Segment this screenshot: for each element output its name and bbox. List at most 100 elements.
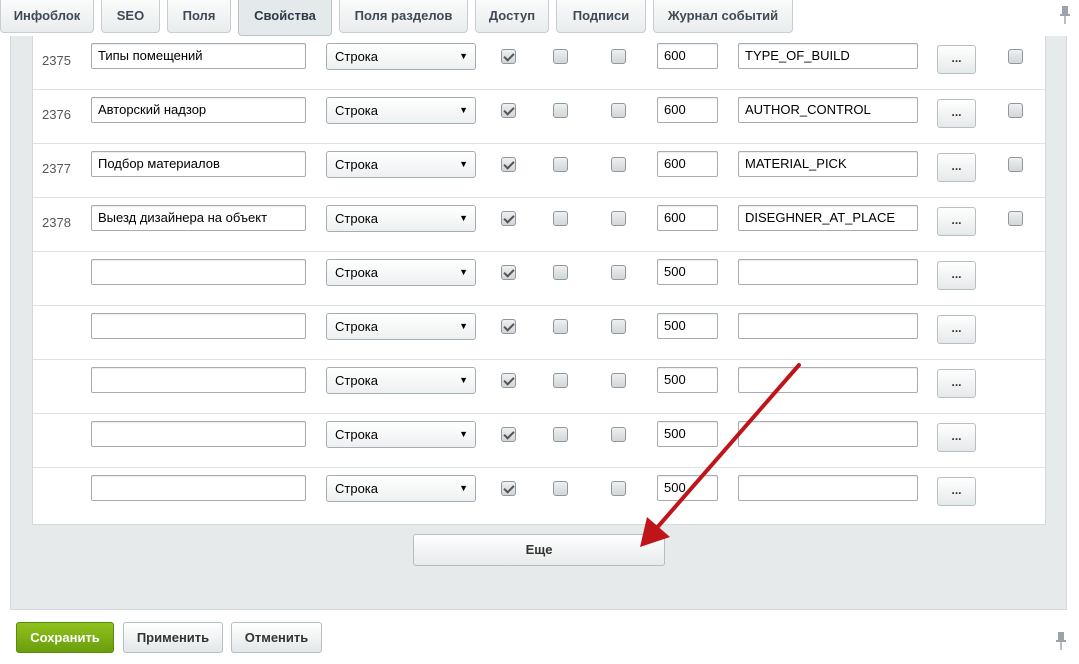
chevron-down-icon: ▼ <box>459 105 468 115</box>
property-flag-checkbox[interactable] <box>553 211 568 226</box>
property-delete-checkbox[interactable] <box>1008 157 1023 172</box>
property-flag-checkbox[interactable] <box>611 481 626 496</box>
property-edit-button[interactable]: ... <box>937 261 976 290</box>
property-code-input[interactable] <box>738 259 918 285</box>
pin-icon[interactable] <box>1059 6 1071 24</box>
table-row: 2376 Авторский надзор Строка ▼ 600 AUTHOR_CON… <box>33 90 1045 144</box>
property-type-value: Строка <box>335 319 379 334</box>
property-type-select[interactable]: Строка ▼ <box>326 313 476 340</box>
tab-event-log[interactable]: Журнал событий <box>653 0 793 33</box>
property-delete-checkbox[interactable] <box>1008 49 1023 64</box>
property-name-input[interactable] <box>91 421 306 447</box>
property-flag-checkbox[interactable] <box>611 373 626 388</box>
property-flag-checkbox[interactable] <box>501 373 516 388</box>
tab-access[interactable]: Доступ <box>475 0 549 33</box>
property-name-input[interactable]: Типы помещений <box>91 43 306 69</box>
property-flag-checkbox[interactable] <box>553 319 568 334</box>
property-name-input[interactable] <box>91 367 306 393</box>
property-sort-input[interactable]: 500 <box>657 313 718 339</box>
property-sort-input[interactable]: 500 <box>657 367 718 393</box>
property-edit-button[interactable]: ... <box>937 315 976 344</box>
property-flag-checkbox[interactable] <box>611 157 626 172</box>
property-id: 2376 <box>42 107 71 122</box>
property-edit-button[interactable]: ... <box>937 207 976 236</box>
more-button[interactable]: Еще <box>413 534 665 566</box>
property-type-select[interactable]: Строка ▼ <box>326 97 476 124</box>
property-edit-button[interactable]: ... <box>937 99 976 128</box>
chevron-down-icon: ▼ <box>459 51 468 61</box>
property-flag-checkbox[interactable] <box>553 157 568 172</box>
property-flag-checkbox[interactable] <box>611 49 626 64</box>
property-flag-checkbox[interactable] <box>611 319 626 334</box>
table-row: 2375 Типы помещений Строка ▼ 600 TYPE_OF_BUIL… <box>33 36 1045 90</box>
property-code-input[interactable]: DISEGHNER_AT_PLACE <box>738 205 918 231</box>
property-type-select[interactable]: Строка ▼ <box>326 259 476 286</box>
pin-icon[interactable] <box>1055 632 1067 650</box>
save-button[interactable]: Сохранить <box>16 622 114 653</box>
cancel-button[interactable]: Отменить <box>231 622 322 653</box>
property-delete-checkbox[interactable] <box>1008 211 1023 226</box>
tab-seo[interactable]: SEO <box>101 0 160 33</box>
property-edit-button[interactable]: ... <box>937 153 976 182</box>
property-flag-checkbox[interactable] <box>501 319 516 334</box>
property-name-input[interactable] <box>91 475 306 501</box>
property-flag-checkbox[interactable] <box>553 373 568 388</box>
property-flag-checkbox[interactable] <box>501 481 516 496</box>
property-sort-input[interactable]: 600 <box>657 151 718 177</box>
property-flag-checkbox[interactable] <box>553 481 568 496</box>
property-flag-checkbox[interactable] <box>611 265 626 280</box>
apply-button[interactable]: Применить <box>123 622 223 653</box>
property-sort-input[interactable]: 600 <box>657 205 718 231</box>
property-flag-checkbox[interactable] <box>611 211 626 226</box>
property-flag-checkbox[interactable] <box>501 103 516 118</box>
property-name-input[interactable]: Подбор материалов <box>91 151 306 177</box>
tab-section-fields[interactable]: Поля разделов <box>339 0 468 33</box>
property-flag-checkbox[interactable] <box>553 49 568 64</box>
property-type-select[interactable]: Строка ▼ <box>326 43 476 70</box>
property-flag-checkbox[interactable] <box>501 157 516 172</box>
property-edit-button[interactable]: ... <box>937 423 976 452</box>
property-code-input[interactable] <box>738 367 918 393</box>
property-flag-checkbox[interactable] <box>611 103 626 118</box>
property-delete-checkbox[interactable] <box>1008 103 1023 118</box>
property-flag-checkbox[interactable] <box>553 427 568 442</box>
property-code-input[interactable]: AUTHOR_CONTROL <box>738 97 918 123</box>
property-sort-input[interactable]: 500 <box>657 259 718 285</box>
tab-infoblock[interactable]: Инфоблок <box>0 0 94 33</box>
property-flag-checkbox[interactable] <box>501 211 516 226</box>
properties-panel: 2375 Типы помещений Строка ▼ 600 TYPE_OF_BUIL… <box>10 36 1067 610</box>
property-code-input[interactable]: MATERIAL_PICK <box>738 151 918 177</box>
property-type-value: Строка <box>335 373 379 388</box>
property-type-value: Строка <box>335 157 379 172</box>
property-code-input[interactable] <box>738 475 918 501</box>
property-flag-checkbox[interactable] <box>501 427 516 442</box>
property-code-input[interactable]: TYPE_OF_BUILD <box>738 43 918 69</box>
property-type-select[interactable]: Строка ▼ <box>326 475 476 502</box>
property-name-input[interactable] <box>91 313 306 339</box>
property-edit-button[interactable]: ... <box>937 477 976 506</box>
property-edit-button[interactable]: ... <box>937 45 976 74</box>
property-name-input[interactable]: Авторский надзор <box>91 97 306 123</box>
property-sort-input[interactable]: 500 <box>657 475 718 501</box>
property-type-select[interactable]: Строка ▼ <box>326 367 476 394</box>
table-row: Строка ▼ 500... <box>33 468 1045 522</box>
tab-fields[interactable]: Поля <box>167 0 231 33</box>
property-flag-checkbox[interactable] <box>553 265 568 280</box>
property-flag-checkbox[interactable] <box>553 103 568 118</box>
property-sort-input[interactable]: 600 <box>657 97 718 123</box>
property-type-select[interactable]: Строка ▼ <box>326 151 476 178</box>
property-name-input[interactable] <box>91 259 306 285</box>
tab-captions[interactable]: Подписи <box>556 0 646 33</box>
property-sort-input[interactable]: 600 <box>657 43 718 69</box>
property-code-input[interactable] <box>738 313 918 339</box>
property-code-input[interactable] <box>738 421 918 447</box>
property-type-select[interactable]: Строка ▼ <box>326 421 476 448</box>
tab-properties[interactable]: Свойства <box>238 0 332 36</box>
property-flag-checkbox[interactable] <box>501 49 516 64</box>
property-flag-checkbox[interactable] <box>611 427 626 442</box>
property-sort-input[interactable]: 500 <box>657 421 718 447</box>
property-name-input[interactable]: Выезд дизайнера на объект <box>91 205 306 231</box>
property-edit-button[interactable]: ... <box>937 369 976 398</box>
property-flag-checkbox[interactable] <box>501 265 516 280</box>
property-type-select[interactable]: Строка ▼ <box>326 205 476 232</box>
